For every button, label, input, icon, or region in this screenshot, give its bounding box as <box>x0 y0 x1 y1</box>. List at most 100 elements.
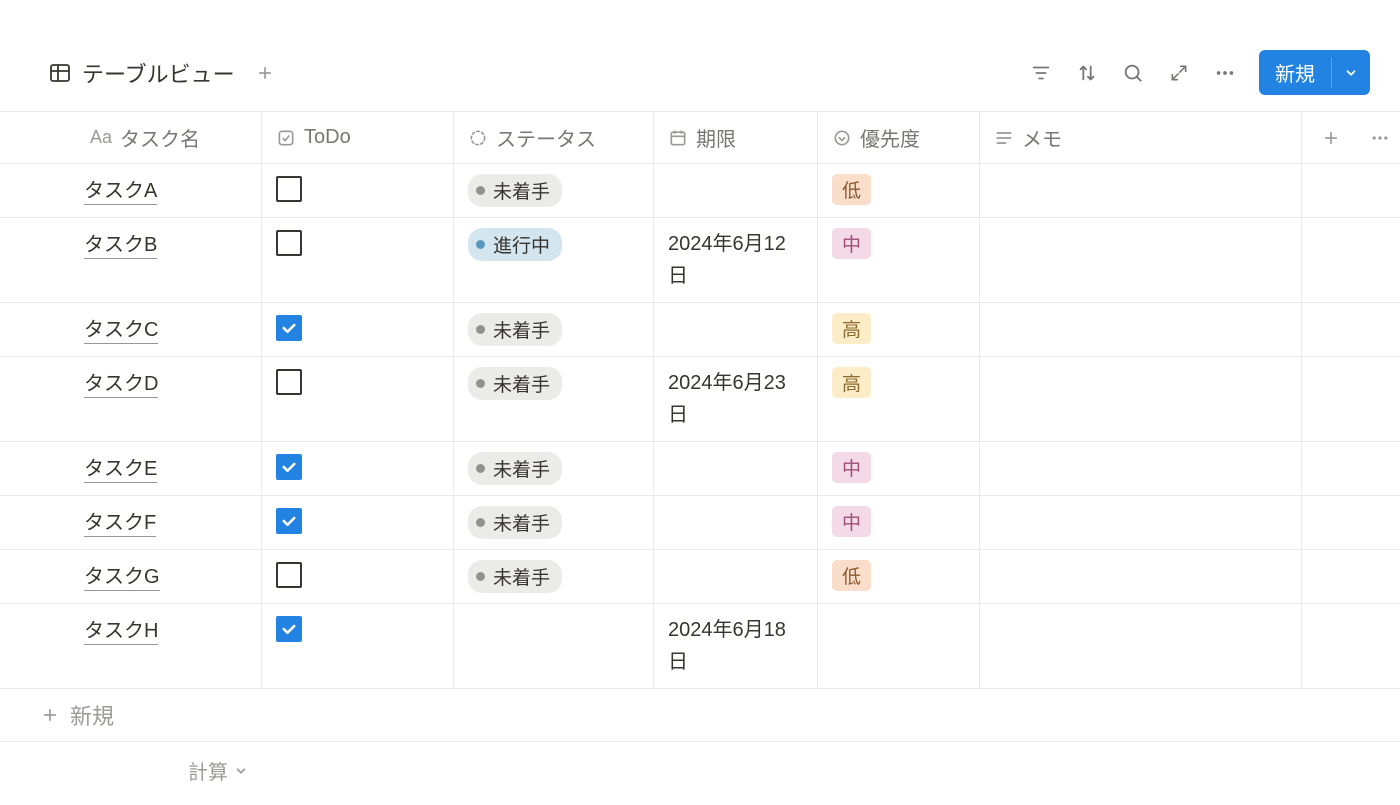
expand-icon[interactable] <box>1167 61 1191 85</box>
cell-status[interactable]: 未着手 <box>454 357 654 441</box>
cell-todo[interactable] <box>262 496 454 549</box>
status-pill: 未着手 <box>468 367 562 400</box>
search-icon[interactable] <box>1121 61 1145 85</box>
column-header-name[interactable]: Aa タスク名 <box>0 112 262 163</box>
column-header-priority[interactable]: 優先度 <box>818 112 980 163</box>
cell-name[interactable]: タスクH <box>0 604 262 688</box>
table-row[interactable]: タスクB 進行中2024年6月12日中 <box>0 218 1400 303</box>
status-dot-icon <box>476 464 485 473</box>
cell-status[interactable] <box>454 604 654 688</box>
cell-empty <box>1360 303 1400 356</box>
cell-memo[interactable] <box>980 357 1302 441</box>
cell-empty <box>1302 496 1360 549</box>
cell-priority[interactable]: 低 <box>818 550 980 603</box>
add-view-button[interactable] <box>253 61 277 85</box>
task-name: タスクC <box>84 313 158 344</box>
add-column-button[interactable] <box>1302 112 1360 163</box>
cell-empty <box>1360 442 1400 495</box>
cell-deadline[interactable] <box>654 550 818 603</box>
cell-name[interactable]: タスクA <box>0 164 262 217</box>
checkbox[interactable] <box>276 230 302 256</box>
cell-memo[interactable] <box>980 164 1302 217</box>
checkbox[interactable] <box>276 369 302 395</box>
status-label: 未着手 <box>493 563 550 590</box>
cell-name[interactable]: タスクC <box>0 303 262 356</box>
cell-todo[interactable] <box>262 550 454 603</box>
table-row[interactable]: タスクG 未着手 低 <box>0 550 1400 604</box>
cell-priority[interactable]: 低 <box>818 164 980 217</box>
column-header-status[interactable]: ステータス <box>454 112 654 163</box>
cell-status[interactable]: 未着手 <box>454 303 654 356</box>
checkbox[interactable] <box>276 616 302 642</box>
cell-empty <box>1360 496 1400 549</box>
deadline-text: 2024年6月12日 <box>668 228 803 292</box>
more-icon[interactable] <box>1213 61 1237 85</box>
checkbox[interactable] <box>276 315 302 341</box>
cell-status[interactable]: 進行中 <box>454 218 654 302</box>
table-row[interactable]: タスクE 未着手 中 <box>0 442 1400 496</box>
calculation-button[interactable]: 計算 <box>0 756 262 785</box>
calculation-row: 計算 <box>0 742 1400 799</box>
column-more-button[interactable] <box>1360 112 1400 163</box>
cell-todo[interactable] <box>262 303 454 356</box>
cell-priority[interactable]: 中 <box>818 442 980 495</box>
column-header-todo[interactable]: ToDo <box>262 112 454 163</box>
cell-memo[interactable] <box>980 218 1302 302</box>
chevron-down-icon[interactable] <box>1331 58 1370 88</box>
cell-todo[interactable] <box>262 357 454 441</box>
add-row-button[interactable]: 新規 <box>0 689 1400 742</box>
cell-deadline[interactable]: 2024年6月23日 <box>654 357 818 441</box>
cell-empty <box>1302 442 1360 495</box>
column-header-deadline[interactable]: 期限 <box>654 112 818 163</box>
view-tab[interactable]: テーブルビュー <box>48 57 235 89</box>
cell-status[interactable]: 未着手 <box>454 496 654 549</box>
cell-priority[interactable]: 中 <box>818 218 980 302</box>
cell-deadline[interactable]: 2024年6月18日 <box>654 604 818 688</box>
cell-status[interactable]: 未着手 <box>454 550 654 603</box>
table-row[interactable]: タスクA 未着手 低 <box>0 164 1400 218</box>
column-header-label: ステータス <box>496 123 596 152</box>
status-pill: 未着手 <box>468 313 562 346</box>
cell-deadline[interactable] <box>654 442 818 495</box>
sort-icon[interactable] <box>1075 61 1099 85</box>
cell-memo[interactable] <box>980 604 1302 688</box>
table-icon <box>48 61 72 85</box>
cell-deadline[interactable] <box>654 164 818 217</box>
cell-memo[interactable] <box>980 550 1302 603</box>
cell-memo[interactable] <box>980 442 1302 495</box>
cell-deadline[interactable] <box>654 303 818 356</box>
task-name: タスクD <box>84 367 158 398</box>
column-header-memo[interactable]: メモ <box>980 112 1302 163</box>
cell-memo[interactable] <box>980 496 1302 549</box>
cell-name[interactable]: タスクG <box>0 550 262 603</box>
cell-deadline[interactable] <box>654 496 818 549</box>
cell-todo[interactable] <box>262 442 454 495</box>
cell-priority[interactable]: 高 <box>818 303 980 356</box>
priority-tag: 中 <box>832 452 871 483</box>
table-row[interactable]: タスクH 2024年6月18日 <box>0 604 1400 689</box>
cell-name[interactable]: タスクE <box>0 442 262 495</box>
cell-deadline[interactable]: 2024年6月12日 <box>654 218 818 302</box>
cell-name[interactable]: タスクD <box>0 357 262 441</box>
checkbox[interactable] <box>276 454 302 480</box>
new-button[interactable]: 新規 <box>1259 50 1370 95</box>
cell-priority[interactable]: 中 <box>818 496 980 549</box>
status-label: 未着手 <box>493 455 550 482</box>
cell-todo[interactable] <box>262 164 454 217</box>
cell-name[interactable]: タスクF <box>0 496 262 549</box>
table-row[interactable]: タスクC 未着手 高 <box>0 303 1400 357</box>
cell-memo[interactable] <box>980 303 1302 356</box>
cell-name[interactable]: タスクB <box>0 218 262 302</box>
checkbox[interactable] <box>276 176 302 202</box>
cell-status[interactable]: 未着手 <box>454 442 654 495</box>
cell-priority[interactable]: 高 <box>818 357 980 441</box>
filter-icon[interactable] <box>1029 61 1053 85</box>
checkbox[interactable] <box>276 508 302 534</box>
checkbox[interactable] <box>276 562 302 588</box>
cell-todo[interactable] <box>262 218 454 302</box>
cell-status[interactable]: 未着手 <box>454 164 654 217</box>
table-row[interactable]: タスクF 未着手 中 <box>0 496 1400 550</box>
cell-todo[interactable] <box>262 604 454 688</box>
table-row[interactable]: タスクD 未着手 2024年6月23日高 <box>0 357 1400 442</box>
cell-priority[interactable] <box>818 604 980 688</box>
